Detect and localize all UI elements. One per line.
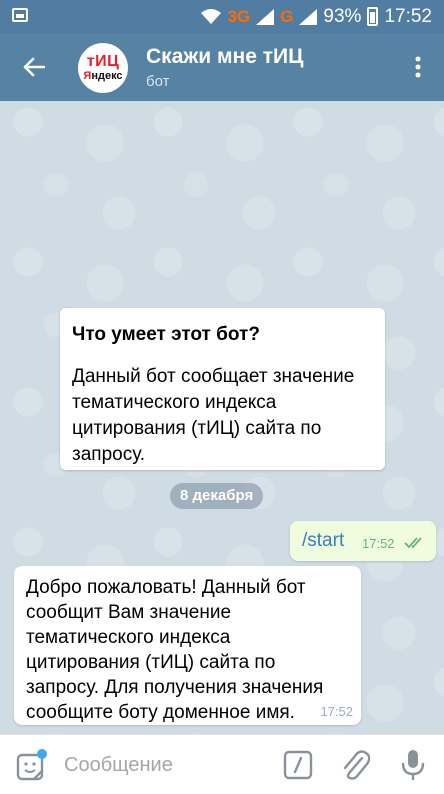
signal-icon-2 <box>299 8 318 25</box>
battery-icon <box>367 7 379 26</box>
avatar-logo-line2: Яндекс <box>83 71 122 82</box>
network-g-label: G <box>280 6 294 26</box>
status-bar: 3G G 93% 17:52 <box>0 0 444 33</box>
chat-area[interactable]: Что умеет этот бот? Данный бот сообщает … <box>0 101 444 734</box>
microphone-button[interactable] <box>400 748 426 782</box>
bot-info-text: Данный бот сообщает значение тематическо… <box>72 366 355 465</box>
arrow-left-icon <box>23 57 45 77</box>
signal-icon-1 <box>256 8 275 25</box>
menu-button[interactable] <box>406 51 430 83</box>
incoming-message[interactable]: Добро пожаловать! Данный бот сообщит Вам… <box>14 566 361 725</box>
chat-subtitle: бот <box>146 73 170 90</box>
avatar-logo-ndex: ндекс <box>91 70 123 82</box>
back-button[interactable] <box>18 51 50 83</box>
network-3g-label: 3G <box>227 6 251 26</box>
attach-button[interactable] <box>340 748 371 782</box>
status-right: 3G G 93% 17:52 <box>200 0 432 33</box>
incoming-message-text: Добро пожаловать! Данный бот сообщит Вам… <box>26 577 324 723</box>
wifi-icon <box>200 8 221 24</box>
gallery-notification-icon <box>12 8 28 22</box>
double-check-icon <box>404 537 422 549</box>
bot-info-title: Что умеет этот бот? <box>72 324 260 345</box>
avatar[interactable]: тИЦ Яндекс <box>78 43 128 93</box>
chat-header: тИЦ Яндекс Скажи мне тИЦ бот <box>0 33 444 101</box>
status-time: 17:52 <box>384 5 432 27</box>
chat-title[interactable]: Скажи мне тИЦ <box>146 45 303 69</box>
outgoing-message-text[interactable]: /start <box>302 530 344 552</box>
sticker-button[interactable] <box>16 749 48 781</box>
incoming-message-time: 17:52 <box>320 704 353 719</box>
microphone-icon <box>401 750 425 780</box>
outgoing-message[interactable]: /start 17:52 <box>290 521 436 561</box>
more-vertical-icon <box>415 56 421 78</box>
bot-command-button[interactable] <box>283 750 313 780</box>
outgoing-message-time: 17:52 <box>362 536 395 551</box>
message-input[interactable] <box>64 751 264 779</box>
battery-percent: 93% <box>323 5 362 27</box>
paperclip-icon <box>343 750 371 780</box>
bot-info-card: Что умеет этот бот? Данный бот сообщает … <box>60 308 385 470</box>
avatar-logo-line1: тИЦ <box>86 53 120 70</box>
date-divider: 8 декабря <box>170 483 264 509</box>
slash-command-icon <box>283 750 313 780</box>
sticker-icon <box>16 749 47 781</box>
message-composer <box>0 734 444 794</box>
